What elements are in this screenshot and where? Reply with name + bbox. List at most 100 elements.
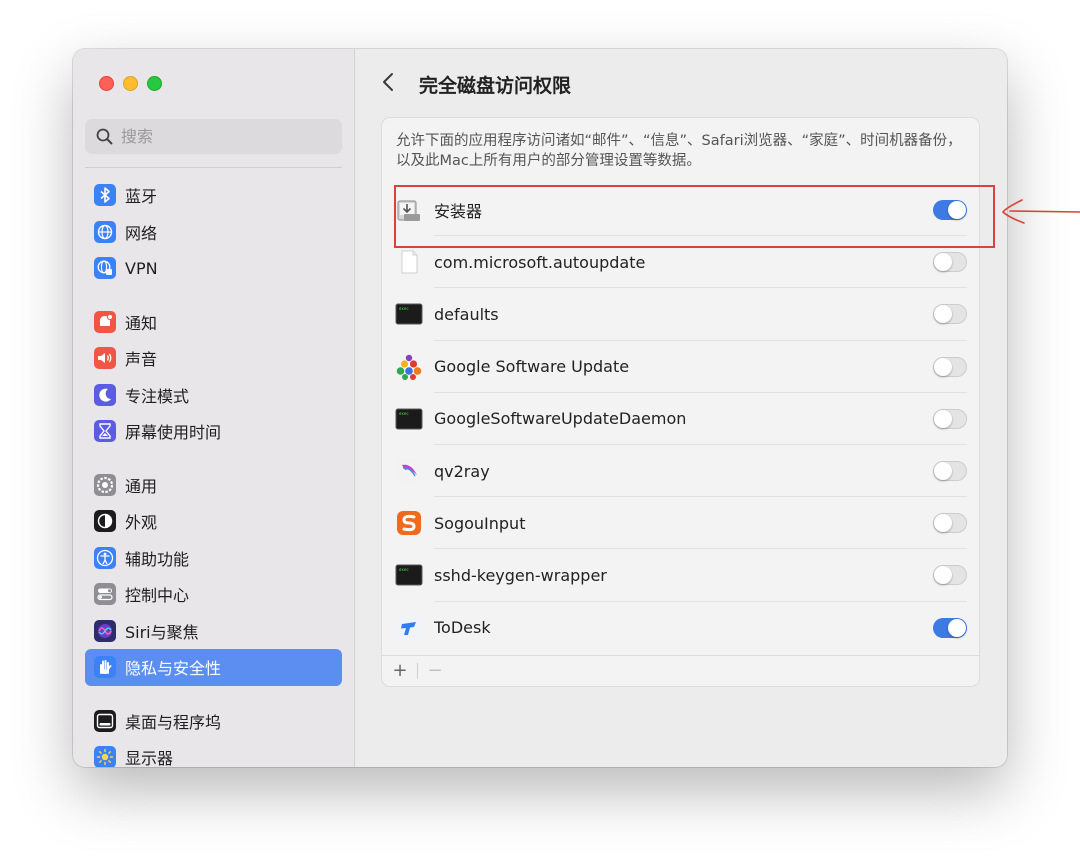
app-row: exec defaults <box>382 288 979 341</box>
search-input[interactable] <box>121 127 331 146</box>
svg-text:exec: exec <box>399 567 409 572</box>
chevron-left-icon <box>383 72 393 91</box>
sidebar-item-label: Siri与聚焦 <box>125 622 199 642</box>
access-toggle[interactable] <box>933 304 967 325</box>
app-row: exec sshd-keygen-wrapper <box>382 549 979 602</box>
app-row: qv2ray <box>382 445 979 498</box>
sidebar-item-label: 蓝牙 <box>125 187 158 207</box>
remove-app-button[interactable]: − <box>426 662 444 680</box>
sidebar-item-control-center[interactable]: 控制中心 <box>85 576 342 613</box>
screen-time-hourglass-icon <box>94 420 116 443</box>
bluetooth-icon <box>94 184 116 207</box>
sidebar-item-label: 桌面与程序坞 <box>125 712 222 732</box>
window-controls <box>99 76 162 91</box>
accessibility-icon <box>94 546 116 569</box>
toggle-knob <box>934 462 952 481</box>
svg-text:exec: exec <box>399 306 409 311</box>
sidebar-item-display-sun[interactable]: 显示器 <box>85 739 342 767</box>
sidebar-item-bluetooth[interactable]: 蓝牙 <box>85 177 342 214</box>
sidebar-item-sound-speaker[interactable]: 声音 <box>85 340 342 377</box>
sidebar-item-screen-time-hourglass[interactable]: 屏幕使用时间 <box>85 413 342 450</box>
sidebar-item-accessibility[interactable]: 辅助功能 <box>85 540 342 577</box>
sidebar-item-focus-moon[interactable]: 专注模式 <box>85 377 342 414</box>
siri-icon <box>94 619 116 642</box>
search-icon <box>96 128 113 144</box>
privacy-hand-icon <box>94 656 116 679</box>
sidebar-item-label: 外观 <box>125 513 158 533</box>
list-footer: + − <box>382 655 979 686</box>
sidebar-item-vpn-globe[interactable]: VPN <box>85 250 342 287</box>
toggle-knob <box>934 357 952 376</box>
notifications-bell-icon <box>94 310 116 333</box>
app-name: defaults <box>434 304 499 324</box>
app-name: ToDesk <box>434 618 491 638</box>
close-window-button[interactable] <box>99 76 114 91</box>
focus-moon-icon <box>94 383 116 406</box>
sidebar-item-desktop-dock[interactable]: 桌面与程序坞 <box>85 703 342 740</box>
qv2ray-icon <box>395 457 423 485</box>
general-gear-icon <box>94 473 116 496</box>
footer-divider <box>417 663 418 679</box>
appearance-icon <box>94 510 116 533</box>
sidebar-item-label: VPN <box>125 258 158 278</box>
sidebar-item-label: 显示器 <box>125 749 174 767</box>
app-name: GoogleSoftwareUpdateDaemon <box>434 409 687 429</box>
terminal-exec-icon: exec <box>395 405 423 433</box>
sidebar-item-label: 声音 <box>125 350 158 370</box>
app-row: ToDesk <box>382 602 979 654</box>
google-software-update-icon <box>395 353 423 381</box>
sidebar-item-siri[interactable]: Siri与聚焦 <box>85 613 342 650</box>
annotation-highlight-box <box>394 185 995 248</box>
sidebar-item-label: 网络 <box>125 223 158 243</box>
settings-window: 蓝牙网络 VPN 通知声音专注模式屏幕使用时间通用外观辅助功能控制中心 Siri与聚焦… <box>73 49 1007 767</box>
page-title: 完全磁盘访问权限 <box>419 74 572 97</box>
sidebar-item-general-gear[interactable]: 通用 <box>85 467 342 504</box>
app-row: SogouInput <box>382 497 979 550</box>
sidebar: 蓝牙网络 VPN 通知声音专注模式屏幕使用时间通用外观辅助功能控制中心 Siri与聚焦… <box>73 49 355 767</box>
sidebar-item-label: 通知 <box>125 313 158 333</box>
back-button[interactable] <box>381 72 403 97</box>
access-toggle[interactable] <box>933 513 967 534</box>
network-globe-icon <box>94 220 116 243</box>
access-toggle[interactable] <box>933 565 967 586</box>
sidebar-item-network-globe[interactable]: 网络 <box>85 214 342 251</box>
app-name: sshd-keygen-wrapper <box>434 565 607 585</box>
sidebar-item-label: 专注模式 <box>125 386 190 406</box>
main-pane: 完全磁盘访问权限 允许下面的应用程序访问诸如“邮件”、“信息”、Safari浏览… <box>355 49 1007 767</box>
terminal-exec-icon: exec <box>395 300 423 328</box>
add-app-button[interactable]: + <box>391 662 409 680</box>
display-sun-icon <box>94 746 116 767</box>
app-name: SogouInput <box>434 513 526 533</box>
zoom-window-button[interactable] <box>147 76 162 91</box>
toggle-knob <box>934 305 952 324</box>
sidebar-item-privacy-hand[interactable]: 隐私与安全性 <box>85 649 342 686</box>
todesk-icon <box>395 614 423 642</box>
access-toggle[interactable] <box>933 617 967 638</box>
permission-description: 允许下面的应用程序访问诸如“邮件”、“信息”、Safari浏览器、“家庭”、时间… <box>396 133 962 169</box>
sidebar-divider <box>85 167 342 168</box>
toggle-knob <box>934 514 952 533</box>
minimize-window-button[interactable] <box>123 76 138 91</box>
app-name: Google Software Update <box>434 357 630 377</box>
toggle-knob <box>934 253 952 272</box>
annotation-arrow-icon <box>1001 199 1080 224</box>
sidebar-list: 蓝牙网络 VPN 通知声音专注模式屏幕使用时间 通用外观辅助功能控制中心 Siri与聚焦… <box>85 177 342 767</box>
toggle-knob <box>934 566 952 585</box>
access-toggle[interactable] <box>933 408 967 429</box>
toggle-knob <box>948 618 966 637</box>
access-toggle[interactable] <box>933 461 967 482</box>
sidebar-item-appearance[interactable]: 外观 <box>85 503 342 540</box>
sidebar-item-label: 隐私与安全性 <box>125 659 222 679</box>
control-center-icon <box>94 583 116 606</box>
access-toggle[interactable] <box>933 356 967 377</box>
app-name: com.microsoft.autoupdate <box>434 252 646 272</box>
sound-speaker-icon <box>94 347 116 370</box>
app-name: qv2ray <box>434 461 490 481</box>
sidebar-item-label: 控制中心 <box>125 586 190 606</box>
access-toggle[interactable] <box>933 252 967 273</box>
toggle-knob <box>934 409 952 428</box>
desktop-dock-icon <box>94 709 116 732</box>
app-list: 安装器 com.microsoft.autoupdate exec defaults G… <box>382 184 979 654</box>
search-field[interactable] <box>85 119 342 154</box>
sidebar-item-notifications-bell[interactable]: 通知 <box>85 304 342 341</box>
